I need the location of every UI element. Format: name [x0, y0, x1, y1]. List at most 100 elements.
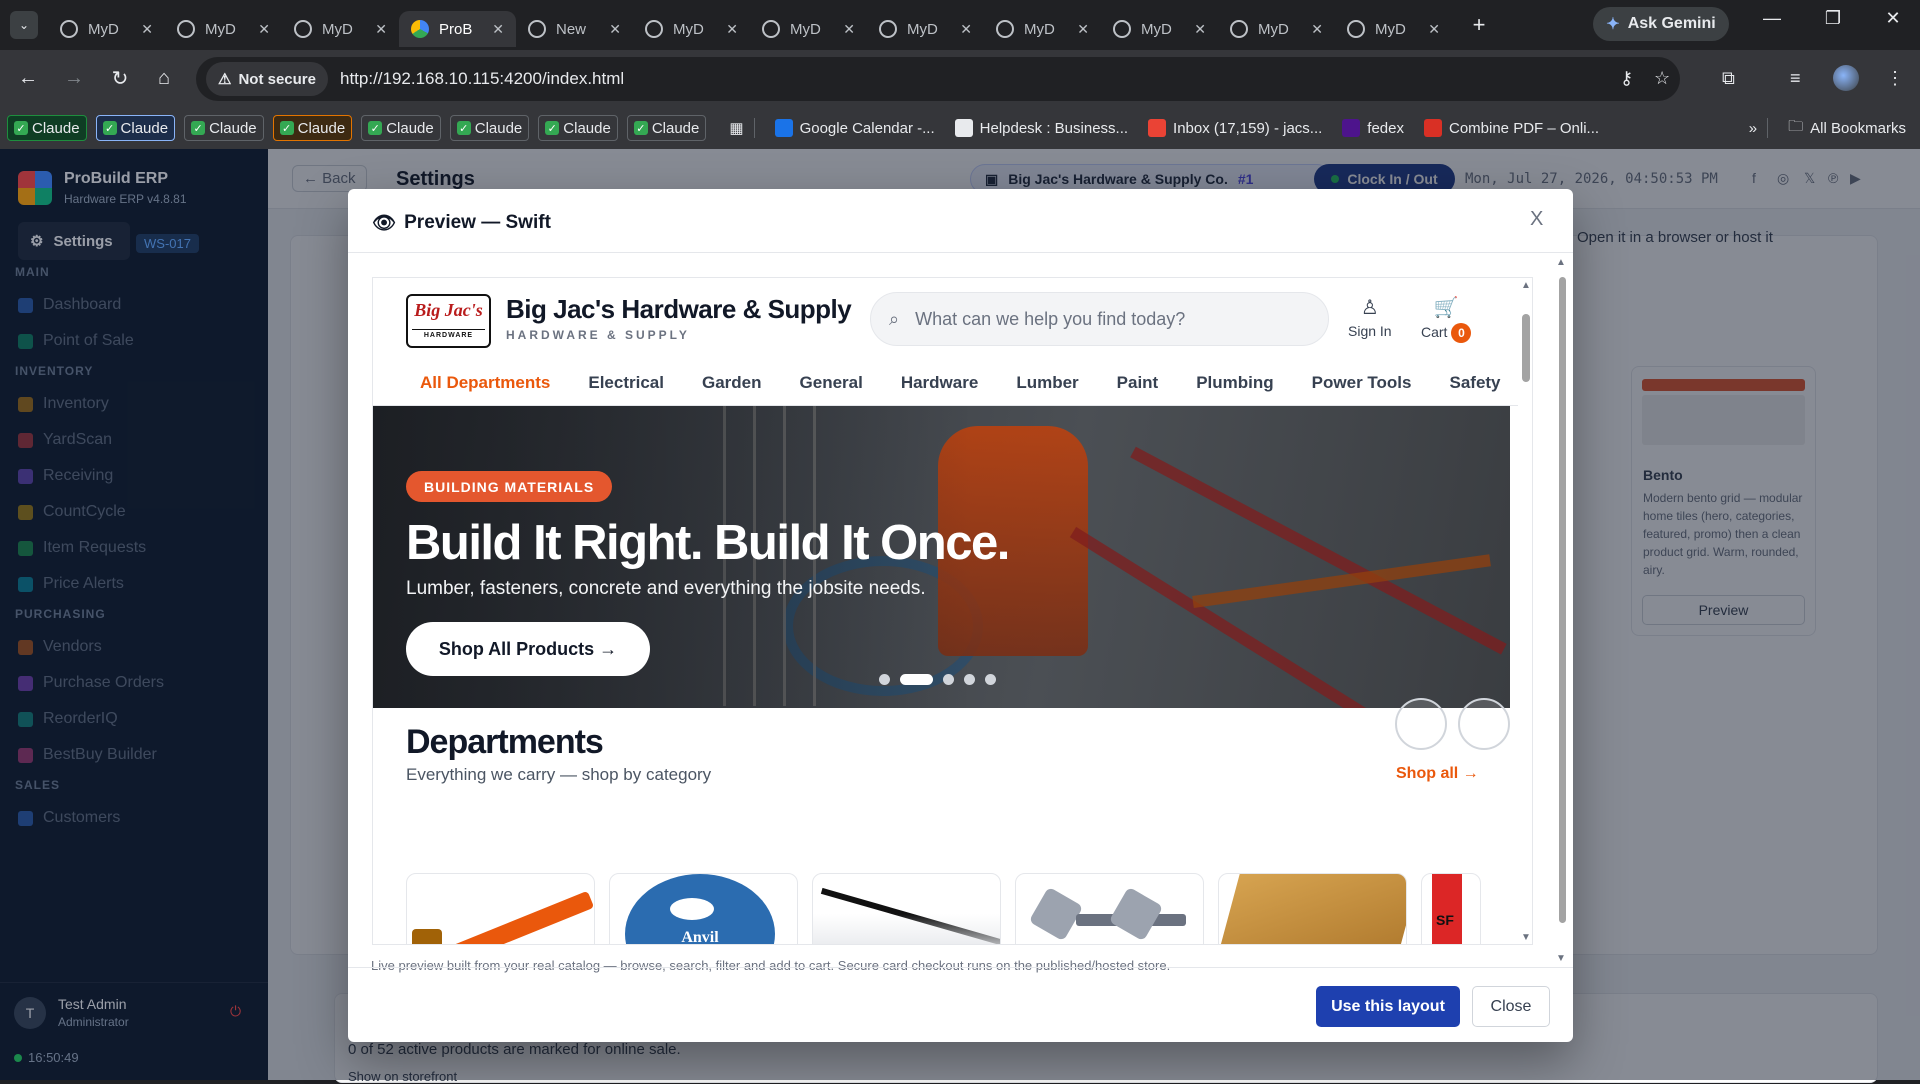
site-name[interactable]: Big Jac's Hardware & Supply [506, 294, 852, 325]
dept-card-level[interactable] [812, 873, 1001, 944]
bookmark-item[interactable]: Combine PDF – Onli... [1424, 119, 1599, 137]
browser-tab[interactable]: MyD ✕ [867, 11, 984, 47]
scroll-up-icon[interactable]: ▲ [1521, 280, 1531, 291]
close-tab-icon[interactable]: ✕ [1194, 21, 1206, 38]
bookmark-item[interactable]: fedex [1342, 119, 1404, 137]
carousel-prev-button[interactable]: ‹ [1395, 698, 1447, 750]
carousel-dot[interactable] [964, 674, 975, 685]
restore-button[interactable]: ❐ [1813, 8, 1853, 29]
close-tab-icon[interactable]: ✕ [1428, 21, 1440, 38]
browser-tab[interactable]: MyD ✕ [165, 11, 282, 47]
scroll-down-icon[interactable]: ▼ [1521, 932, 1531, 943]
close-tab-icon[interactable]: ✕ [609, 21, 621, 38]
profile-avatar[interactable] [1833, 65, 1859, 91]
nav-item[interactable]: All Departments [420, 373, 550, 393]
nav-item[interactable]: Plumbing [1196, 373, 1273, 393]
cart-button[interactable]: 🛒 Cart 0 [1421, 295, 1472, 343]
modal-scroll-thumb[interactable] [1559, 277, 1566, 923]
browser-tab[interactable]: MyD ✕ [633, 11, 750, 47]
nav-item[interactable]: Lumber [1016, 373, 1078, 393]
close-tab-icon[interactable]: ✕ [1077, 21, 1089, 38]
site-search-input[interactable]: ⌕ What can we help you find today? [870, 292, 1329, 346]
close-tab-icon[interactable]: ✕ [141, 21, 153, 38]
nav-item[interactable]: Safety [1449, 373, 1500, 393]
forward-arrow-icon[interactable]: → [54, 67, 94, 90]
bookmark-item[interactable]: Helpdesk : Business... [954, 119, 1128, 137]
close-tab-icon[interactable]: ✕ [258, 21, 270, 38]
tab-search-button[interactable]: ⌄ [10, 11, 38, 39]
close-tab-icon[interactable]: ✕ [1311, 21, 1323, 38]
nav-item[interactable]: Garden [702, 373, 762, 393]
preview-scrollbar[interactable]: ▲ ▼ [1518, 278, 1532, 944]
bookmark-star-icon[interactable]: ☆ [1654, 68, 1670, 89]
modal-close-button[interactable]: Close [1472, 986, 1550, 1027]
nav-item[interactable]: Hardware [901, 373, 978, 393]
close-tab-icon[interactable]: ✕ [726, 21, 738, 38]
preview-scroll-thumb[interactable] [1522, 314, 1530, 382]
browser-tab[interactable]: MyD ✕ [984, 11, 1101, 47]
ask-gemini-button[interactable]: ✦ Ask Gemini [1593, 7, 1729, 41]
close-window-button[interactable]: ✕ [1873, 8, 1913, 29]
dept-card-bolts[interactable] [1015, 873, 1204, 944]
bookmark-claude[interactable]: ✓ Claude [626, 115, 707, 141]
close-tab-icon[interactable]: ✕ [843, 21, 855, 38]
url-text[interactable]: http://192.168.10.115:4200/index.html [340, 69, 624, 89]
dept-card-partial[interactable]: SF [1421, 873, 1481, 944]
browser-tab[interactable]: MyD ✕ [1335, 11, 1452, 47]
nav-item[interactable]: Power Tools [1312, 373, 1412, 393]
dept-card-hammer[interactable] [406, 873, 595, 944]
apps-grid-icon[interactable]: ▦ [729, 119, 743, 137]
new-tab-button[interactable]: + [1466, 12, 1492, 38]
dept-card-anvil[interactable]: Anvil [609, 873, 798, 944]
bookmark-claude[interactable]: ✓ Claude [272, 115, 353, 141]
carousel-dot[interactable] [900, 674, 933, 685]
carousel-dot[interactable] [985, 674, 996, 685]
scroll-down-icon[interactable]: ▼ [1556, 953, 1566, 964]
bookmark-claude[interactable]: ✓ Claude [361, 115, 441, 141]
password-key-icon[interactable]: ⚷ [1620, 68, 1633, 89]
carousel-next-button[interactable]: › [1458, 698, 1510, 750]
browser-tab[interactable]: MyD ✕ [282, 11, 399, 47]
close-tab-icon[interactable]: ✕ [375, 21, 387, 38]
close-tab-icon[interactable]: ✕ [492, 21, 504, 38]
modal-scrollbar[interactable]: ▲ ▼ [1556, 257, 1568, 965]
nav-item[interactable]: Electrical [588, 373, 664, 393]
shop-all-products-button[interactable]: Shop All Products → [406, 622, 650, 676]
browser-tab[interactable]: MyD ✕ [1218, 11, 1335, 47]
bookmark-claude[interactable]: ✓ Claude [7, 115, 87, 141]
close-tab-icon[interactable]: ✕ [960, 21, 972, 38]
reload-icon[interactable]: ↻ [100, 66, 140, 91]
dept-card-lumber[interactable] [1218, 873, 1407, 944]
bookmark-item[interactable]: Google Calendar -... [774, 119, 935, 137]
bookmark-claude[interactable]: ✓ Claude [449, 115, 530, 141]
browser-tab[interactable]: ProB ✕ [399, 11, 516, 47]
site-security-chip[interactable]: ⚠ Not secure [206, 62, 328, 96]
bookmark-item[interactable]: Inbox (17,159) - jacs... [1148, 119, 1322, 137]
chrome-menu-icon[interactable]: ⋮ [1886, 68, 1904, 89]
media-controls-icon[interactable]: ≡ [1790, 68, 1801, 89]
browser-tab[interactable]: MyD ✕ [1101, 11, 1218, 47]
nav-item[interactable]: Paint [1117, 373, 1159, 393]
home-icon[interactable]: ⌂ [144, 67, 184, 90]
modal-close-x[interactable]: X [1530, 208, 1543, 231]
site-logo[interactable]: Big Jac's HARDWARE [406, 294, 491, 348]
bookmark-claude[interactable]: ✓ Claude [95, 115, 176, 141]
bookmark-claude[interactable]: ✓ Claude [184, 115, 264, 141]
carousel-dot[interactable] [879, 674, 890, 685]
bookmark-claude[interactable]: ✓ Claude [538, 115, 618, 141]
shop-all-link[interactable]: Shop all → [1396, 765, 1479, 783]
back-arrow-icon[interactable]: ← [8, 67, 48, 90]
address-bar[interactable]: ⚠ Not secure http://192.168.10.115:4200/i… [196, 57, 1680, 101]
browser-tab[interactable]: New ✕ [516, 11, 633, 47]
all-bookmarks-folder[interactable]: 🗀 All Bookmarks [1788, 116, 1906, 141]
minimize-button[interactable]: — [1752, 8, 1792, 29]
sign-in-button[interactable]: ♙ Sign In [1348, 295, 1392, 339]
carousel-dot[interactable] [943, 674, 954, 685]
nav-item[interactable]: General [800, 373, 863, 393]
browser-tab[interactable]: MyD ✕ [750, 11, 867, 47]
more-bookmarks-icon[interactable]: » [1749, 120, 1757, 137]
browser-tab[interactable]: MyD ✕ [48, 11, 165, 47]
use-layout-button[interactable]: Use this layout [1316, 986, 1460, 1027]
extensions-icon[interactable]: ⧉ [1722, 68, 1735, 89]
scroll-up-icon[interactable]: ▲ [1556, 257, 1566, 268]
